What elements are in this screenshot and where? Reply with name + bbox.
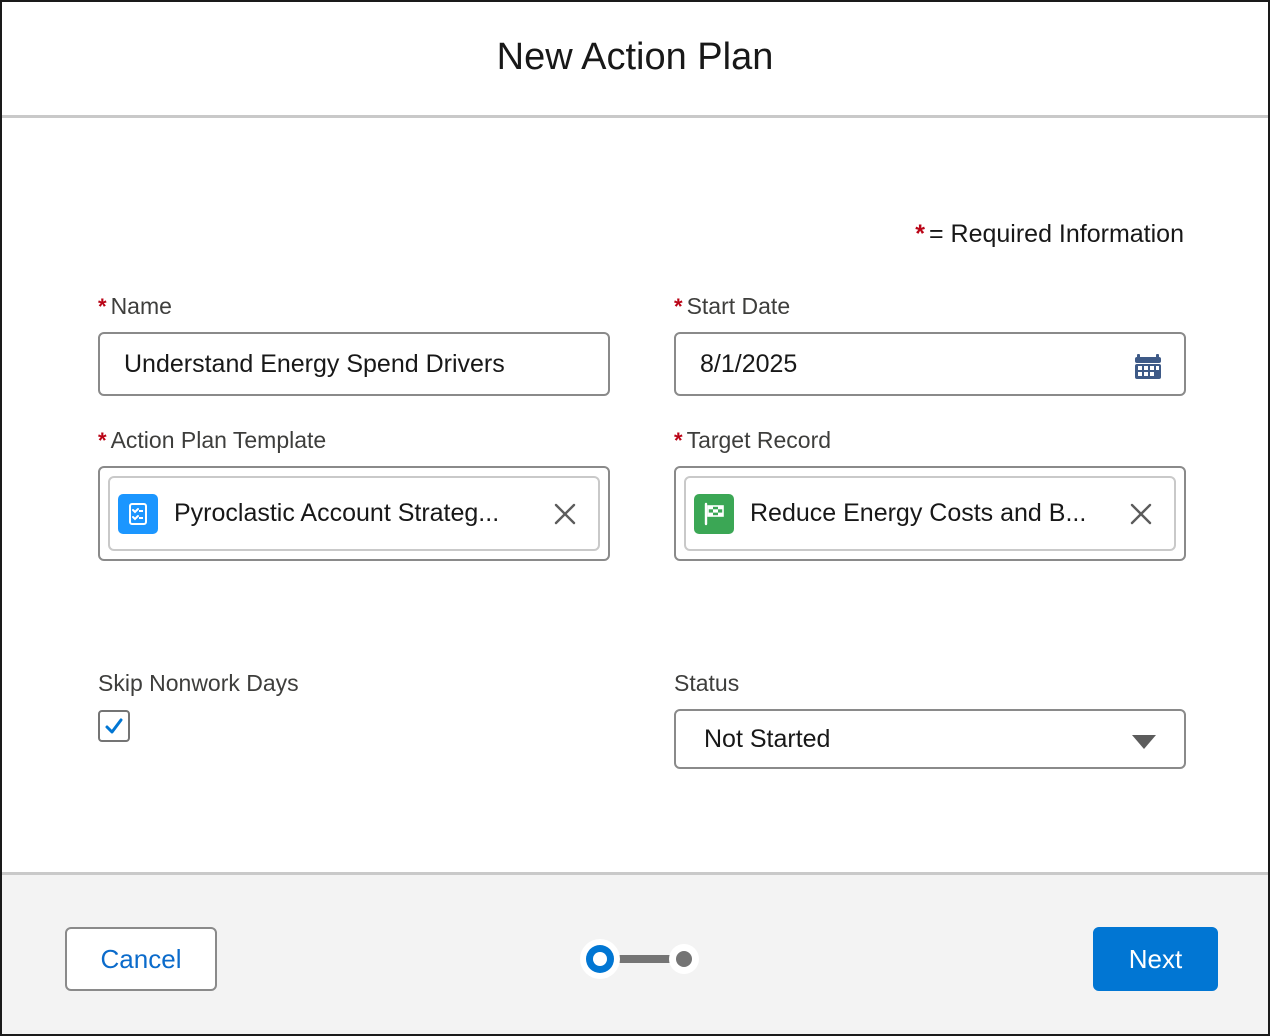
next-button[interactable]: Next [1093, 927, 1218, 991]
action-plan-template-pill[interactable]: Pyroclastic Account Strateg... [108, 476, 600, 551]
start-date-value: 8/1/2025 [700, 349, 798, 378]
status-label: Status [674, 670, 740, 696]
required-star: * [915, 220, 925, 248]
close-icon[interactable] [552, 501, 578, 527]
target-record-lookup[interactable]: Reduce Energy Costs and B... [674, 466, 1186, 561]
action-plan-template-lookup[interactable]: Pyroclastic Account Strateg... [98, 466, 610, 561]
status-selected-value: Not Started [704, 724, 831, 753]
action-plan-template-value: Pyroclastic Account Strateg... [174, 499, 500, 527]
action-plan-template-icon [118, 493, 158, 534]
close-icon[interactable] [1128, 501, 1154, 527]
required-information-note: * = Required Information [915, 220, 1184, 249]
required-star: * [674, 294, 683, 319]
required-star: * [674, 428, 683, 453]
target-record-pill[interactable]: Reduce Energy Costs and B... [684, 476, 1176, 551]
target-record-label: * Target Record [674, 427, 832, 453]
modal-footer: Cancel Next [2, 872, 1268, 1034]
action-plan-modal: New Action Plan * = Required Information … [0, 0, 1270, 1036]
calendar-icon[interactable] [1134, 352, 1162, 380]
name-input-value: Understand Energy Spend Drivers [124, 349, 505, 378]
status-select[interactable]: Not Started [674, 709, 1186, 769]
start-date-label: * Start Date [674, 293, 791, 319]
action-plan-template-label: * Action Plan Template [98, 427, 327, 453]
required-note-text: = Required Information [928, 220, 1184, 248]
name-input[interactable]: Understand Energy Spend Drivers [98, 332, 610, 396]
name-label: * Name [98, 293, 172, 319]
skip-nonwork-days-label: Skip Nonwork Days [98, 670, 299, 696]
checkmark-icon [105, 718, 123, 734]
modal-title: New Action Plan [496, 36, 774, 78]
progress-indicator [580, 939, 699, 979]
skip-nonwork-days-checkbox[interactable] [98, 710, 130, 742]
chevron-down-icon [1132, 735, 1156, 749]
modal-header: New Action Plan [2, 2, 1268, 118]
cancel-button[interactable]: Cancel [65, 927, 217, 991]
start-date-input[interactable]: 8/1/2025 [674, 332, 1186, 396]
required-star: * [98, 294, 107, 319]
required-star: * [98, 428, 107, 453]
flag-icon [694, 493, 734, 534]
target-record-value: Reduce Energy Costs and B... [750, 499, 1087, 527]
